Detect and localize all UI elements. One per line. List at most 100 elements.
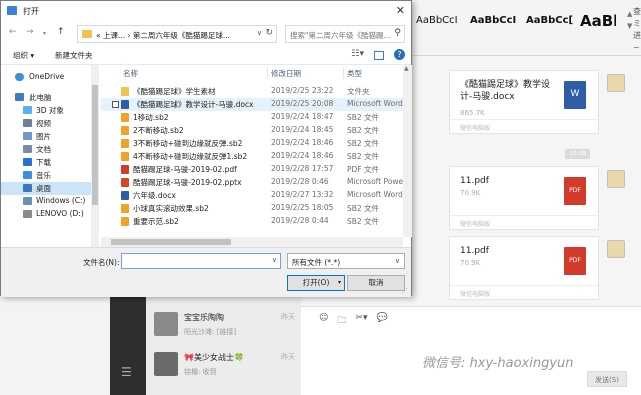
file-type: 文件夹 bbox=[347, 87, 370, 96]
resize-grip-icon[interactable]: ⋰ bbox=[401, 287, 408, 295]
gallery-down-icon[interactable]: ▼ bbox=[627, 22, 632, 30]
file-row[interactable]: 1移动.sb2 2019/2/24 18:47 SB2 文件 bbox=[101, 111, 403, 124]
side-char[interactable]: ミ bbox=[633, 18, 641, 30]
nav-item-downloads[interactable]: 下载 bbox=[1, 156, 91, 169]
search-input[interactable]: 搜索"第二周六年级《酷猫踢... ⚲ bbox=[285, 25, 405, 43]
file-row[interactable]: 《酷猫踢足球》学生素材 2019/2/25 23:22 文件夹 bbox=[101, 85, 403, 98]
column-header-type[interactable]: 类型 bbox=[347, 68, 362, 79]
conversation-item[interactable]: 宝宝乐陶陶 阳光沙滩: [链接] 昨天 bbox=[146, 306, 301, 344]
file-message[interactable]: 11.pdf 70.9K PDF 微信电脑版 bbox=[449, 166, 599, 230]
file-date: 2019/2/25 20:08 bbox=[271, 99, 334, 108]
chat-bubble-icon[interactable]: 💬 bbox=[376, 313, 387, 329]
scroll-up-icon[interactable]: ▲ bbox=[404, 65, 409, 72]
refresh-icon[interactable]: ↻ bbox=[265, 28, 273, 38]
column-divider[interactable] bbox=[267, 67, 268, 79]
file-row[interactable]: 2不断移动.sb2 2019/2/24 18:45 SB2 文件 bbox=[101, 124, 403, 137]
scrollbar-thumb[interactable] bbox=[111, 239, 231, 245]
word-style-heading2[interactable]: AaBbCc[ bbox=[522, 6, 576, 42]
menu-icon[interactable]: ☰ bbox=[121, 365, 132, 379]
file-name: 1移动.sb2 bbox=[133, 113, 169, 122]
nav-item-this-pc[interactable]: 此电脑 bbox=[1, 91, 91, 104]
emoji-icon[interactable]: ☺ bbox=[319, 313, 328, 329]
view-options-icon[interactable]: ☷▾ bbox=[351, 49, 364, 60]
documents-icon bbox=[23, 145, 32, 153]
gallery-up-icon[interactable]: ▲ bbox=[627, 10, 632, 18]
avatar[interactable] bbox=[607, 170, 625, 188]
cancel-button[interactable]: 取消 bbox=[347, 275, 405, 291]
conversation-name: 🎀美少女战士🍀 bbox=[184, 353, 244, 362]
close-icon[interactable]: ✕ bbox=[396, 4, 405, 17]
message-composer[interactable]: ☺ 🗀 ✂▾ 💬 发送(S) bbox=[301, 306, 641, 395]
avatar[interactable] bbox=[607, 74, 625, 92]
side-char[interactable]: 进 bbox=[633, 30, 641, 42]
nav-item-drive-c[interactable]: Windows (C:) bbox=[1, 195, 91, 208]
help-icon[interactable]: ? bbox=[394, 49, 405, 60]
side-char[interactable]: ~ bbox=[633, 42, 641, 54]
cloud-icon bbox=[15, 73, 24, 81]
file-row[interactable]: 小球真实滚动效果.sb2 2019/2/25 18:05 SB2 文件 bbox=[101, 202, 403, 215]
back-arrow-icon[interactable]: ← bbox=[9, 27, 17, 37]
nav-item-videos[interactable]: 视频 bbox=[1, 117, 91, 130]
chevron-down-icon[interactable]: ∨ bbox=[257, 29, 262, 37]
scrollbar-thumb[interactable] bbox=[92, 85, 98, 205]
column-header-date[interactable]: 修改日期 bbox=[271, 68, 301, 79]
side-char[interactable]: 查 bbox=[633, 6, 641, 18]
organize-button[interactable]: 组织 ▾ bbox=[13, 50, 34, 61]
cube-icon bbox=[23, 106, 32, 114]
nav-item-onedrive[interactable]: OneDrive bbox=[1, 71, 91, 84]
dialog-titlebar[interactable]: 打开 ✕ bbox=[1, 1, 411, 21]
file-row[interactable]: 酷猫踢足球-马骏-2019-02.pdf 2019/2/28 17:57 PDF… bbox=[101, 163, 403, 176]
nav-item-drive-d[interactable]: LENOVO (D:) bbox=[1, 208, 91, 221]
chevron-down-icon[interactable]: ∨ bbox=[272, 256, 277, 264]
search-icon[interactable]: ⚲ bbox=[394, 28, 401, 38]
chevron-down-icon[interactable]: ∨ bbox=[395, 257, 400, 265]
file-type-filter[interactable]: 所有文件 (*.*) ∨ bbox=[287, 253, 405, 269]
file-date: 2019/2/28 17:57 bbox=[271, 164, 334, 173]
up-arrow-icon[interactable]: ↑ bbox=[57, 27, 65, 37]
file-type: Microsoft Power... bbox=[347, 177, 403, 186]
file-row[interactable]: 酷猫踢足球-马骏-2019-02.pptx 2019/2/28 0:46 Mic… bbox=[101, 176, 403, 189]
conversation-item[interactable]: 🎀美少女战士🍀 铭楷: 收到 昨天 bbox=[146, 346, 301, 384]
horizontal-scrollbar[interactable] bbox=[101, 237, 403, 247]
screenshot-icon[interactable]: ✂▾ bbox=[355, 313, 367, 329]
forward-arrow-icon[interactable]: → bbox=[26, 27, 34, 37]
conversation-preview: 铭楷: 收到 bbox=[184, 368, 217, 376]
recent-dropdown-icon[interactable]: ▾ bbox=[43, 30, 46, 37]
nav-item-desktop[interactable]: 桌面 bbox=[1, 182, 91, 195]
preview-pane-icon[interactable] bbox=[374, 51, 384, 60]
file-list-scrollbar[interactable]: ▲ bbox=[403, 65, 412, 237]
nav-item-pictures[interactable]: 图片 bbox=[1, 130, 91, 143]
word-style-normal[interactable]: AaBbCcI bbox=[412, 6, 466, 42]
file-type: SB2 文件 bbox=[347, 113, 380, 122]
file-row[interactable]: 3不断移动+碰到边缘就反弹.sb2 2019/2/24 18:46 SB2 文件 bbox=[101, 137, 403, 150]
breadcrumb[interactable]: « 上课... › 第二周六年级《酷猫踢足球... bbox=[96, 30, 254, 41]
send-button[interactable]: 发送(S) bbox=[587, 371, 627, 387]
filename-input[interactable]: ∨ bbox=[121, 253, 281, 269]
word-style-heading1[interactable]: AaBbCcI bbox=[466, 6, 522, 42]
folder-icon[interactable]: 🗀 bbox=[337, 313, 346, 329]
chevron-down-icon[interactable]: ▾ bbox=[338, 276, 341, 290]
file-row[interactable]: 4不断移动+碰到边缘就反弹1.sb2 2019/2/24 18:46 SB2 文… bbox=[101, 150, 403, 163]
file-row[interactable]: 六年级.docx 2019/2/27 13:32 Microsoft Word … bbox=[101, 189, 403, 202]
nav-item-3d-objects[interactable]: 3D 对象 bbox=[1, 104, 91, 117]
new-folder-button[interactable]: 新建文件夹 bbox=[55, 50, 93, 61]
pdf-file-icon bbox=[121, 165, 129, 174]
file-row[interactable]: 重要示范.sb2 2019/2/28 0:44 SB2 文件 bbox=[101, 215, 403, 228]
nav-item-music[interactable]: 音乐 bbox=[1, 169, 91, 182]
file-message[interactable]: 11.pdf 70.9K PDF 微信电脑版 bbox=[449, 236, 599, 300]
nav-pane-scrollbar[interactable] bbox=[91, 65, 99, 247]
file-row[interactable]: 《酷猫踢足球》教学设计-马骏.docx 2019/2/25 20:08 Micr… bbox=[101, 98, 403, 111]
column-header-name[interactable]: 名称 bbox=[123, 68, 138, 79]
sb2-file-icon bbox=[121, 217, 129, 226]
word-style-title[interactable]: AaBb bbox=[576, 6, 616, 42]
avatar[interactable] bbox=[607, 240, 625, 258]
row-checkbox[interactable] bbox=[112, 101, 119, 108]
address-bar[interactable]: « 上课... › 第二周六年级《酷猫踢足球... ∨ ↻ bbox=[77, 25, 277, 43]
open-button[interactable]: 打开(O) ▾ bbox=[287, 275, 345, 291]
dialog-footer: 文件名(N): ∨ 所有文件 (*.*) ∨ 打开(O) ▾ 取消 ⋰ bbox=[1, 247, 411, 297]
nav-item-label: 视频 bbox=[36, 119, 51, 128]
column-divider[interactable] bbox=[343, 67, 344, 79]
nav-item-label: 3D 对象 bbox=[36, 106, 64, 115]
file-message[interactable]: 《酷猫踢足球》教学设计-马骏.docx 865.7K W 微信电脑版 bbox=[449, 70, 599, 134]
nav-item-documents[interactable]: 文档 bbox=[1, 143, 91, 156]
